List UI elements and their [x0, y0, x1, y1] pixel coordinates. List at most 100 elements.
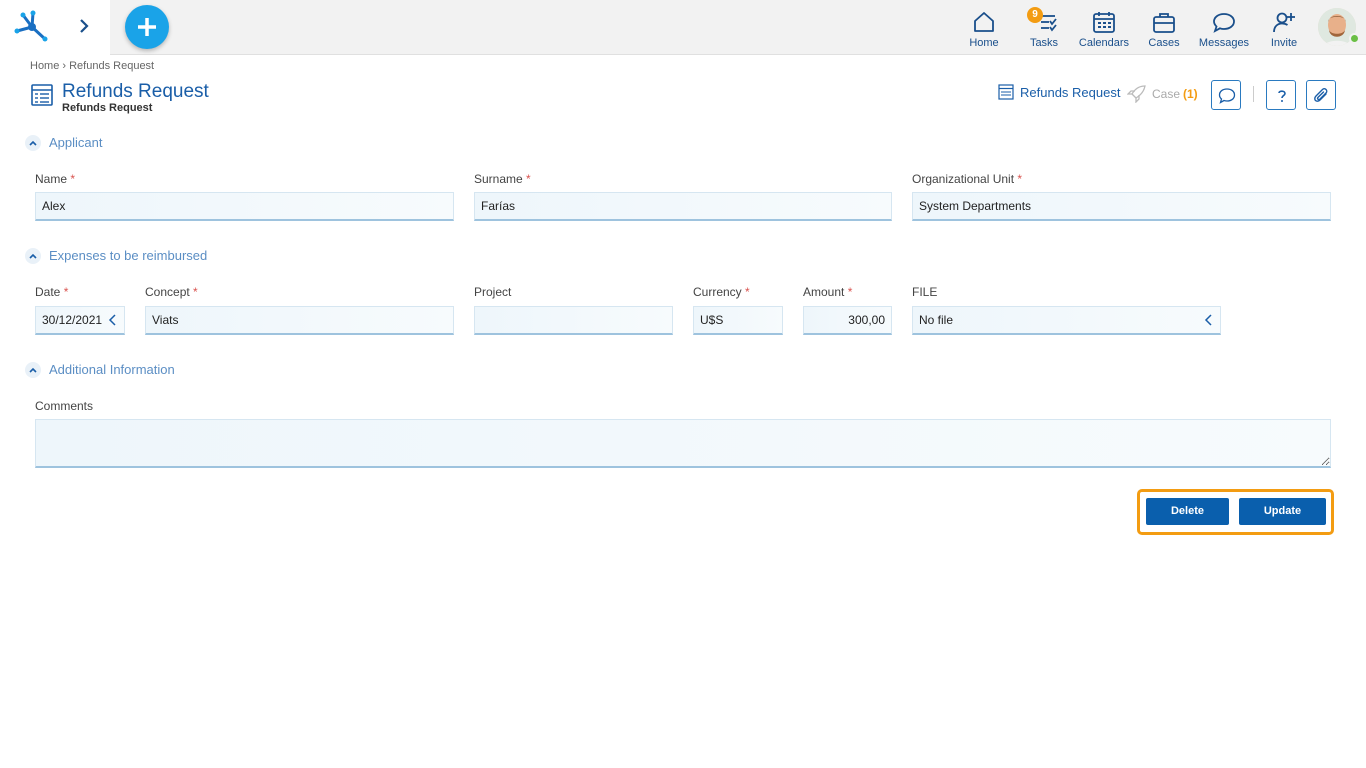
nav-calendars[interactable]: Calendars — [1078, 0, 1130, 55]
tasks-count-badge: 9 — [1027, 7, 1043, 23]
date-field[interactable]: 30/12/2021 — [35, 306, 125, 335]
plus-icon — [138, 18, 156, 36]
name-field[interactable]: Alex — [35, 192, 454, 221]
amount-field[interactable]: 300,00 — [803, 306, 892, 335]
section-divider — [25, 257, 1338, 258]
chevron-left-icon[interactable] — [108, 314, 116, 326]
required-mark: * — [847, 285, 853, 299]
top-bar: Home 9 Tasks Calendars Cases Messages In… — [0, 0, 1366, 55]
currency-label: Currency * — [693, 285, 750, 299]
org-unit-label: Organizational Unit * — [912, 172, 1022, 186]
concept-label: Concept * — [145, 285, 198, 299]
collapse-additional-button[interactable] — [25, 362, 41, 378]
collapse-expenses-button[interactable] — [25, 248, 41, 264]
file-label-text: FILE — [912, 285, 938, 299]
chevron-up-icon — [29, 140, 37, 146]
currency-field[interactable]: U$S — [693, 306, 783, 335]
chevron-left-icon[interactable] — [1204, 314, 1212, 326]
case-count: (1) — [1183, 87, 1198, 101]
help-button[interactable] — [1266, 80, 1296, 110]
add-new-button[interactable] — [125, 5, 169, 49]
briefcase-icon — [1153, 13, 1175, 33]
section-additional-title: Additional Information — [49, 362, 189, 377]
nav-cases[interactable]: Cases — [1146, 0, 1182, 55]
paperclip-icon — [1314, 88, 1328, 102]
speech-bubble-icon — [1218, 88, 1236, 104]
section-expenses: Expenses to be reimbursed — [25, 246, 1338, 266]
required-mark: * — [1017, 172, 1023, 186]
update-button[interactable]: Update — [1239, 498, 1326, 525]
rocket-icon — [1127, 85, 1146, 103]
chevron-right-icon[interactable] — [74, 16, 94, 36]
app-logo-icon[interactable] — [14, 9, 50, 45]
project-field[interactable] — [474, 306, 673, 335]
comments-button[interactable] — [1211, 80, 1241, 110]
nav-home[interactable]: Home — [966, 0, 1002, 55]
surname-label-text: Surname — [474, 172, 523, 186]
date-label: Date * — [35, 285, 68, 299]
question-mark-icon — [1278, 90, 1286, 102]
file-label: FILE — [912, 285, 937, 299]
required-mark: * — [193, 285, 198, 299]
online-status-indicator — [1349, 33, 1360, 44]
required-mark: * — [63, 285, 69, 299]
collapse-applicant-button[interactable] — [25, 135, 41, 151]
required-mark: * — [526, 172, 531, 186]
amount-label-text: Amount — [803, 285, 845, 299]
attachments-button[interactable] — [1306, 80, 1336, 110]
required-mark: * — [745, 285, 750, 299]
section-divider — [25, 144, 1338, 145]
file-field[interactable]: No file — [912, 306, 1221, 335]
section-additional: Additional Information — [25, 360, 1338, 380]
nav-cases-label: Cases — [1148, 37, 1180, 49]
chevron-up-icon — [29, 253, 37, 259]
delete-button[interactable]: Delete — [1146, 498, 1229, 525]
calendar-icon — [1093, 12, 1115, 33]
breadcrumb[interactable]: Home › Refunds Request — [30, 60, 154, 72]
chevron-up-icon — [29, 367, 37, 373]
file-value: No file — [919, 313, 954, 327]
case-link[interactable]: Case (1) — [1127, 85, 1198, 103]
page-title: Refunds Request — [62, 81, 209, 102]
nav-messages[interactable]: Messages — [1198, 0, 1250, 55]
nav-invite-label: Invite — [1270, 37, 1298, 49]
add-user-icon — [1273, 12, 1295, 33]
name-label-text: Name — [35, 172, 68, 186]
date-label-text: Date — [35, 285, 61, 299]
project-label: Project — [474, 285, 511, 299]
date-value: 30/12/2021 — [42, 313, 103, 327]
nav-tasks[interactable]: 9 Tasks — [1026, 0, 1062, 55]
page-subtitle: Refunds Request — [62, 102, 153, 114]
nav-tasks-label: Tasks — [1029, 37, 1059, 49]
comments-label-text: Comments — [35, 399, 94, 413]
chat-icon — [1213, 13, 1235, 33]
surname-field[interactable]: Farías — [474, 192, 892, 221]
currency-label-text: Currency — [693, 285, 742, 299]
comments-textarea[interactable] — [35, 419, 1331, 468]
form-link[interactable]: Refunds Request — [998, 84, 1120, 100]
form-small-icon — [998, 84, 1014, 100]
logo-area — [0, 0, 110, 55]
amount-label: Amount * — [803, 285, 852, 299]
nav-home-label: Home — [969, 37, 999, 49]
nav-invite[interactable]: Invite — [1266, 0, 1302, 55]
org-unit-field[interactable]: System Departments — [912, 192, 1331, 221]
tasks-icon-wrapper: 9 — [1027, 7, 1057, 34]
org-unit-label-text: Organizational Unit — [912, 172, 1015, 186]
nav-calendars-label: Calendars — [1078, 37, 1130, 49]
form-icon — [31, 84, 53, 106]
concept-label-text: Concept — [145, 285, 190, 299]
required-mark: * — [70, 172, 76, 186]
case-label: Case — [1152, 87, 1181, 101]
name-label: Name * — [35, 172, 75, 186]
home-icon — [974, 12, 994, 32]
section-applicant: Applicant — [25, 133, 1338, 153]
section-divider — [25, 371, 1338, 372]
form-link-label: Refunds Request — [1020, 84, 1121, 100]
section-expenses-title: Expenses to be reimbursed — [49, 248, 222, 263]
concept-field[interactable]: Viats — [145, 306, 454, 335]
nav-messages-label: Messages — [1198, 37, 1250, 49]
comments-label: Comments — [35, 399, 93, 413]
surname-label: Surname * — [474, 172, 531, 186]
header-divider — [1253, 86, 1254, 102]
